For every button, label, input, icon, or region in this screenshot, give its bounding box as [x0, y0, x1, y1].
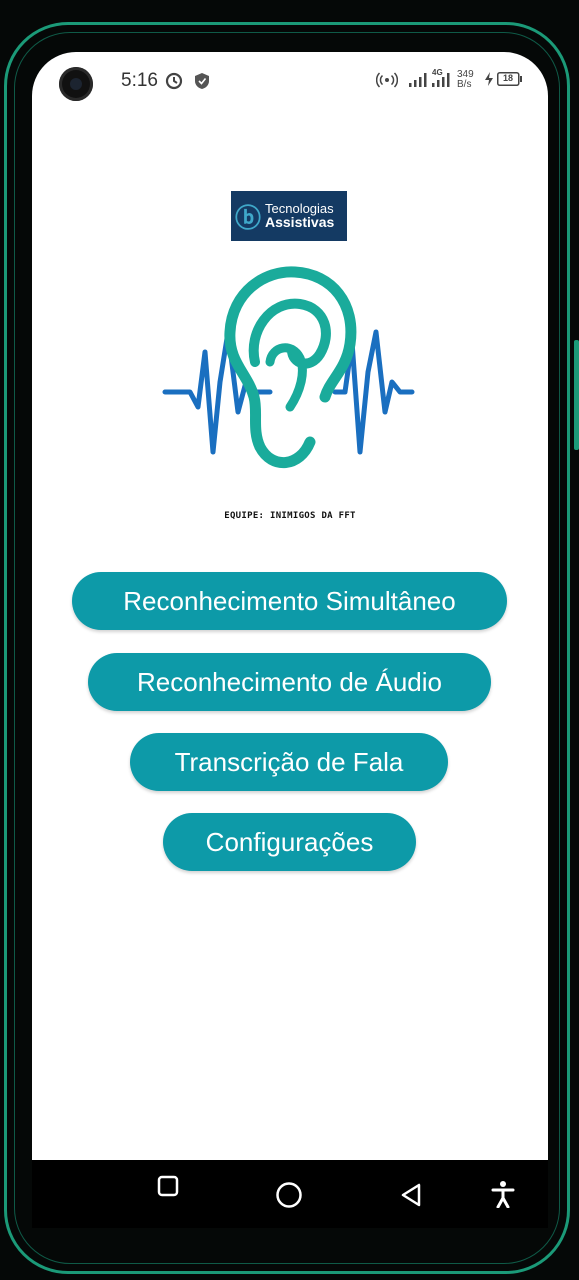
data-speed-unit: B/s: [457, 79, 472, 90]
logo-line-1: Tecnologias: [265, 200, 334, 216]
hotspot-icon: [375, 72, 399, 93]
app-logo: ⓑ Tecnologias Assistivas: [231, 191, 347, 241]
charging-icon: [484, 72, 494, 91]
battery-level: 18: [503, 73, 514, 83]
data-speed: 349 B/s: [457, 70, 474, 90]
sync-icon: [165, 72, 183, 95]
status-time: 5:16: [121, 70, 158, 91]
speech-transcription-button[interactable]: Transcrição de Fala: [130, 733, 448, 791]
front-camera: [59, 67, 93, 101]
signal-icon-2: [431, 72, 451, 93]
ear-soundwave-icon: [162, 266, 415, 468]
accessibility-icon[interactable]: [490, 1180, 516, 1213]
simultaneous-recognition-button[interactable]: Reconhecimento Simultâneo: [72, 572, 507, 630]
shield-icon: [194, 72, 210, 95]
side-button: [574, 340, 579, 450]
settings-button[interactable]: Configurações: [163, 813, 416, 871]
logo-mark-icon: ⓑ: [234, 202, 261, 233]
recents-icon[interactable]: [156, 1174, 180, 1203]
home-icon[interactable]: [275, 1181, 303, 1214]
audio-recognition-button[interactable]: Reconhecimento de Áudio: [88, 653, 491, 711]
back-icon[interactable]: [399, 1182, 425, 1213]
logo-line-2: Assistivas: [265, 214, 335, 231]
app-screen: 5:16 4G 349 B/s 18 ⓑ Tecnologias Assisti…: [32, 52, 548, 1160]
navigation-bar: [32, 1160, 548, 1228]
team-label: EQUIPE: INIMIGOS DA FFT: [224, 511, 356, 521]
signal-icon: [408, 72, 428, 93]
